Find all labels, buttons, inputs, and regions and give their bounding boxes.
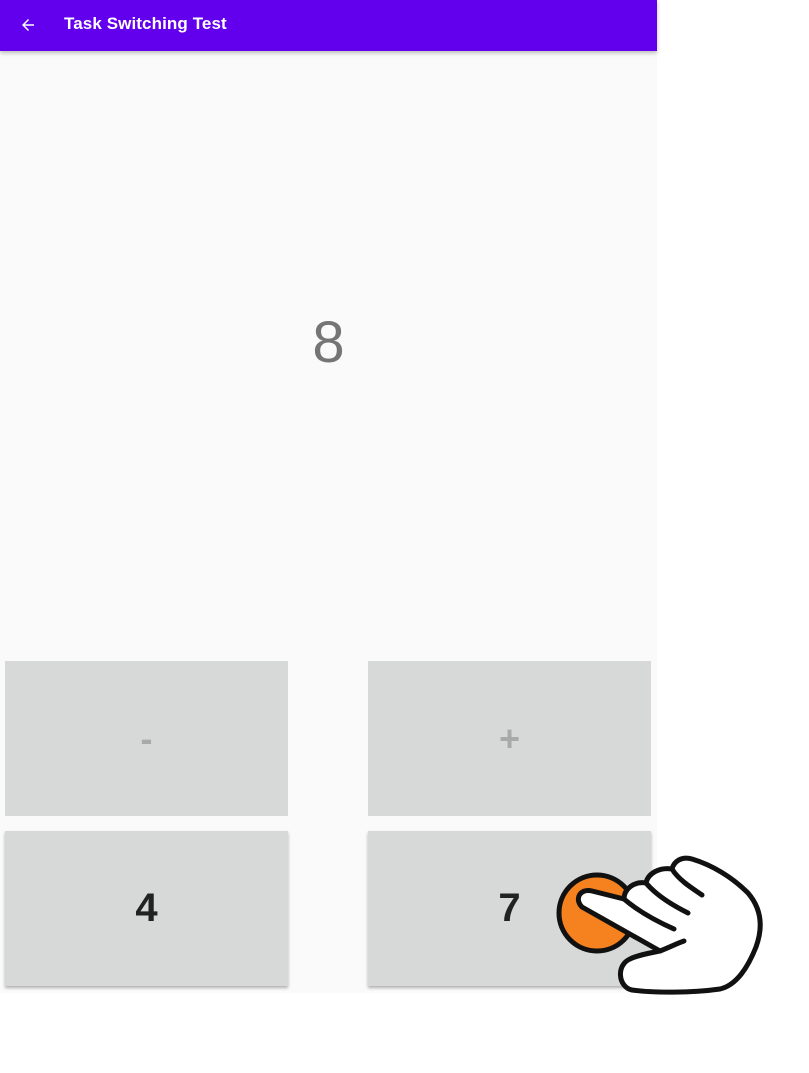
minus-button[interactable]: - (5, 661, 288, 816)
app-bar: Task Switching Test (0, 0, 657, 51)
arrow-back-icon (22, 19, 34, 31)
number-button-left[interactable]: 4 (5, 831, 288, 986)
page-title: Task Switching Test (64, 14, 227, 33)
plus-button[interactable]: + (368, 661, 651, 816)
tap-hand-icon (556, 855, 763, 995)
stimulus-number: 8 (312, 310, 345, 375)
back-button[interactable] (14, 11, 42, 39)
app-screen: Task Switching Test 8 - + 4 7 (0, 0, 657, 993)
